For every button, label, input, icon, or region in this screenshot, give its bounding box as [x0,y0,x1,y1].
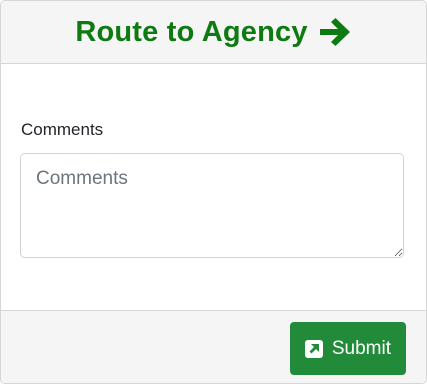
card-header: Route to Agency [1,1,426,64]
arrow-right-icon [318,17,352,47]
submit-label: Submit [331,337,391,359]
comments-textarea[interactable] [20,153,404,258]
submit-button[interactable]: Submit [289,322,406,375]
route-to-agency-card: Route to Agency Comments Submit [0,0,427,384]
comments-label: Comments [21,120,104,139]
card-footer: Submit [1,310,426,383]
card-title: Route to Agency [75,15,308,48]
card-body: Comments [1,64,426,310]
external-link-square-icon [304,339,323,358]
